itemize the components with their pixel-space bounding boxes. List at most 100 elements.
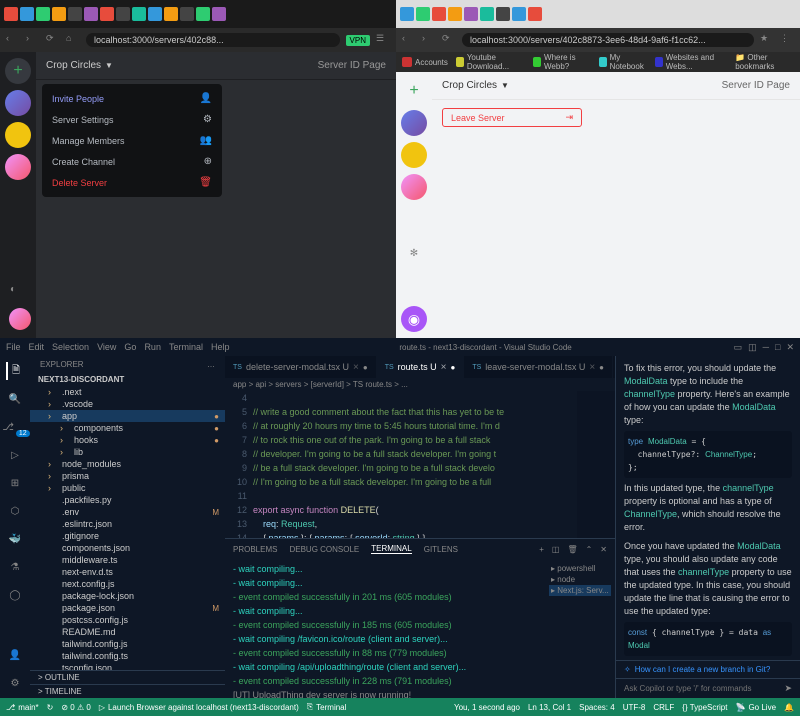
tree-item[interactable]: ›prisma bbox=[30, 470, 225, 482]
layout-icon[interactable]: ◫ bbox=[748, 342, 757, 353]
menu-terminal[interactable]: Terminal bbox=[169, 342, 203, 352]
favicon-icon[interactable] bbox=[432, 7, 446, 21]
status-branch[interactable]: ⎇ main* bbox=[6, 703, 39, 712]
dropdown-item-delete-server[interactable]: Delete Server🗑 bbox=[42, 172, 222, 193]
tree-item[interactable]: next.config.js bbox=[30, 578, 225, 590]
home-icon[interactable]: ⌂ bbox=[66, 33, 80, 47]
add-server-button[interactable]: + bbox=[5, 58, 31, 84]
favicon-icon[interactable] bbox=[52, 7, 66, 21]
menu-file[interactable]: File bbox=[6, 342, 21, 352]
remote-icon[interactable]: ⬡ bbox=[6, 502, 24, 520]
test-icon[interactable]: ⚗ bbox=[6, 558, 24, 576]
editor-tab[interactable]: TS leave-server-modal.tsx U × bbox=[464, 356, 613, 378]
extension-icon[interactable]: ★ bbox=[760, 33, 774, 47]
favicon-icon[interactable] bbox=[196, 7, 210, 21]
url-input[interactable]: localhost:3000/servers/402c8873-3ee6-48d… bbox=[462, 33, 754, 47]
back-icon[interactable]: ‹ bbox=[402, 33, 416, 47]
status-lang[interactable]: {} TypeScript bbox=[682, 703, 727, 712]
menu-help[interactable]: Help bbox=[211, 342, 230, 352]
favicon-icon[interactable] bbox=[448, 7, 462, 21]
favicon-icon[interactable] bbox=[212, 7, 226, 21]
status-errors[interactable]: ⊘ 0 ⚠ 0 bbox=[61, 703, 90, 712]
favicon-icon[interactable] bbox=[512, 7, 526, 21]
copilot-input[interactable] bbox=[624, 684, 784, 693]
favicon-icon[interactable] bbox=[4, 7, 18, 21]
menu-edit[interactable]: Edit bbox=[29, 342, 45, 352]
close-panel-icon[interactable]: ✕ bbox=[600, 545, 607, 554]
panel-tab-debug[interactable]: DEBUG CONSOLE bbox=[289, 545, 359, 554]
panel-tab-problems[interactable]: PROBLEMS bbox=[233, 545, 277, 554]
github-icon[interactable]: ◯ bbox=[6, 586, 24, 604]
status-bell-icon[interactable]: 🔔 bbox=[784, 703, 794, 712]
favicon-icon[interactable] bbox=[116, 7, 130, 21]
leave-server-button[interactable]: Leave Server ⇥ bbox=[442, 108, 582, 127]
status-sync-icon[interactable]: ↻ bbox=[47, 703, 54, 712]
favicon-icon[interactable] bbox=[148, 7, 162, 21]
back-icon[interactable]: ‹ bbox=[6, 33, 20, 47]
tree-item[interactable]: tailwind.config.ts bbox=[30, 650, 225, 662]
server-header[interactable]: Crop Circles ▼ Server ID Page bbox=[432, 72, 800, 100]
favicon-icon[interactable] bbox=[68, 7, 82, 21]
split-icon[interactable]: ◫ bbox=[552, 545, 560, 554]
editor-tab[interactable]: TS delete-server-modal.tsx U × bbox=[225, 356, 377, 378]
account-icon[interactable]: 👤 bbox=[6, 646, 24, 664]
favicon-icon[interactable] bbox=[132, 7, 146, 21]
tree-item[interactable]: README.md bbox=[30, 626, 225, 638]
code-area[interactable]: // write a good comment about the fact t… bbox=[253, 391, 577, 538]
tree-item[interactable]: ›.vscode bbox=[30, 398, 225, 410]
bookmark-item[interactable]: Websites and Webs... bbox=[655, 53, 727, 71]
terminal-instance[interactable]: ▸ node bbox=[549, 574, 611, 585]
user-avatar[interactable] bbox=[9, 308, 31, 330]
tree-item[interactable]: package.jsonM bbox=[30, 602, 225, 614]
bookmark-item[interactable]: My Notebook bbox=[599, 53, 647, 71]
server-avatar[interactable] bbox=[5, 90, 31, 116]
status-position[interactable]: Ln 13, Col 1 bbox=[528, 703, 571, 712]
server-avatar[interactable] bbox=[401, 110, 427, 136]
status-launch[interactable]: ▷ Launch Browser against localhost (next… bbox=[99, 703, 299, 712]
explorer-icon[interactable]: 🗎 bbox=[6, 362, 24, 380]
server-avatar[interactable] bbox=[5, 122, 31, 148]
tree-item[interactable]: postcss.config.js bbox=[30, 614, 225, 626]
tree-item[interactable]: tsconfig.json bbox=[30, 662, 225, 670]
server-avatar[interactable] bbox=[401, 142, 427, 168]
editor-tab[interactable]: TS route.ts U × bbox=[377, 356, 465, 378]
trash-icon[interactable]: 🗑 bbox=[567, 545, 577, 554]
favicon-icon[interactable] bbox=[416, 7, 430, 21]
more-icon[interactable]: … bbox=[207, 360, 215, 369]
tree-item[interactable]: .envM bbox=[30, 506, 225, 518]
layout-icon[interactable]: ▭ bbox=[734, 342, 743, 353]
tree-item[interactable]: ›app● bbox=[30, 410, 225, 422]
status-terminal[interactable]: ⎘ Terminal bbox=[307, 702, 347, 712]
favicon-icon[interactable] bbox=[180, 7, 194, 21]
other-bookmarks[interactable]: 📁 Other bookmarks bbox=[735, 53, 794, 71]
dropdown-item-manage-members[interactable]: Manage Members👥 bbox=[42, 130, 222, 151]
favicon-icon[interactable] bbox=[36, 7, 50, 21]
theme-toggle-icon[interactable]: ◐ bbox=[10, 284, 28, 302]
menu-icon[interactable]: ⋮ bbox=[780, 33, 794, 47]
settings-icon[interactable]: ⚙ bbox=[6, 674, 24, 692]
menu-go[interactable]: Go bbox=[124, 342, 136, 352]
tree-item[interactable]: ›node_modules bbox=[30, 458, 225, 470]
favicon-icon[interactable] bbox=[496, 7, 510, 21]
tree-item[interactable]: tailwind.config.js bbox=[30, 638, 225, 650]
menu-selection[interactable]: Selection bbox=[52, 342, 89, 352]
server-header[interactable]: Crop Circles ▼ Server ID Page bbox=[36, 52, 396, 80]
tree-item[interactable]: ›components● bbox=[30, 422, 225, 434]
docker-icon[interactable]: 🐳 bbox=[6, 530, 24, 548]
source-control-icon[interactable]: ⎇12 bbox=[6, 418, 24, 436]
favicon-icon[interactable] bbox=[464, 7, 478, 21]
bookmark-item[interactable]: Accounts bbox=[402, 57, 448, 67]
tree-item[interactable]: .packfiles.py bbox=[30, 494, 225, 506]
reload-icon[interactable]: ⟳ bbox=[46, 33, 60, 47]
favicon-icon[interactable] bbox=[400, 7, 414, 21]
menu-icon[interactable]: ☰ bbox=[376, 33, 390, 47]
server-avatar[interactable] bbox=[5, 154, 31, 180]
copilot-suggestion-link[interactable]: ✧ How can I create a new branch in Git? bbox=[616, 660, 800, 678]
user-profile-button[interactable]: ◉ bbox=[401, 306, 427, 332]
bookmark-item[interactable]: Where is Webb? bbox=[533, 53, 591, 71]
favicon-icon[interactable] bbox=[84, 7, 98, 21]
maximize-icon[interactable]: □ bbox=[775, 342, 780, 353]
dropdown-item-create-channel[interactable]: Create Channel⊕ bbox=[42, 151, 222, 172]
status-golive[interactable]: 📡 Go Live bbox=[735, 703, 776, 712]
new-terminal-icon[interactable]: + bbox=[539, 545, 544, 554]
